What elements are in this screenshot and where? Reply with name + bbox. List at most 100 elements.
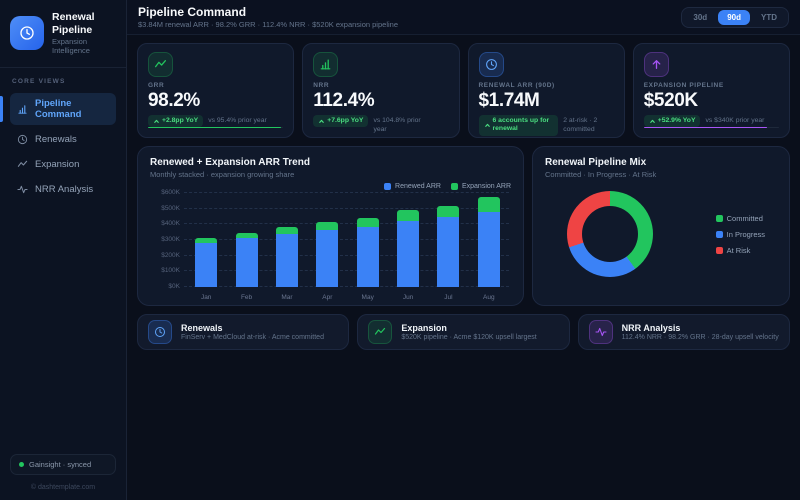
shortcut-card-nrr-analysis[interactable]: NRR Analysis 112.4% NRR · 98.2% GRR · 28… (578, 314, 790, 350)
legend-label: In Progress (727, 230, 765, 239)
stacked-bar-jun (397, 210, 419, 287)
activity-icon (17, 184, 28, 195)
sidebar-item-label: Expansion (35, 159, 79, 170)
expansion-segment (276, 227, 298, 234)
sidebar-item-nrr-analysis[interactable]: NRR Analysis (10, 179, 116, 200)
kpi-label: GRR (148, 82, 283, 89)
yoy-badge: +52.9% YoY (644, 115, 701, 127)
sidebar-nav: Pipeline Command Renewals Expansion NRR … (10, 93, 116, 200)
stacked-bar-mar (276, 227, 298, 287)
shortcut-card-expansion[interactable]: Expansion $520K pipeline · Acme $120K up… (357, 314, 569, 350)
kpi-value: $1.74M (479, 91, 614, 111)
chart-subtitle: Committed · In Progress · At Risk (545, 170, 777, 179)
activity-icon (589, 320, 613, 344)
sidebar-item-renewals[interactable]: Renewals (10, 129, 116, 150)
trend-icon (148, 52, 173, 77)
sync-status-label: Gainsight · synced (29, 460, 91, 469)
expansion-segment (357, 218, 379, 227)
shortcut-row: Renewals FinServ + MedCloud at-risk · Ac… (137, 314, 790, 350)
y-axis-tick: $100K (150, 267, 180, 274)
renewed-segment (195, 243, 217, 287)
chevron-up-icon (153, 118, 160, 125)
page-title: Pipeline Command (138, 5, 398, 19)
legend-swatch (716, 231, 723, 238)
bar-chart-legend: Renewed ARR Expansion ARR (150, 182, 511, 191)
expansion-segment (397, 210, 419, 221)
legend-swatch (384, 183, 391, 190)
legend-swatch (716, 215, 723, 222)
kpi-note: vs $340K prior year (705, 115, 764, 126)
clock-icon (17, 134, 28, 145)
sidebar-item-label: NRR Analysis (35, 184, 93, 195)
range-button-ytd[interactable]: YTD (752, 10, 786, 25)
expansion-segment (478, 197, 500, 212)
kpi-progress-track (148, 127, 283, 128)
renewed-segment (397, 221, 419, 287)
sidebar-item-label: Pipeline Command (35, 98, 109, 120)
sidebar-section-label: CORE VIEWS (12, 78, 114, 85)
shortcut-subtitle: 112.4% NRR · 98.2% GRR · 28-day upsell v… (622, 334, 779, 341)
y-axis-tick: $500K (150, 205, 180, 212)
chevron-up-icon (649, 118, 656, 125)
shortcut-subtitle: FinServ + MedCloud at-risk · Acme commit… (181, 334, 324, 341)
kpi-value: 112.4% (313, 91, 448, 111)
kpi-card-nrr: NRR 112.4% +7.6pp YoY vs 104.8% prior ye… (302, 43, 459, 138)
main-content: GRR 98.2% +2.8pp YoY vs 95.4% prior year… (127, 35, 800, 500)
x-axis-tick: Jun (395, 294, 421, 301)
stacked-bar-aug (478, 197, 500, 287)
expansion-segment (316, 222, 338, 230)
app-root: Renewal Pipeline Expansion Intelligence … (0, 0, 800, 500)
app-title: Renewal Pipeline (52, 11, 116, 37)
renewed-segment (478, 212, 500, 287)
sidebar-item-expansion[interactable]: Expansion (10, 154, 116, 175)
charts-row: Renewed + Expansion ARR Trend Monthly st… (137, 146, 790, 306)
page-header: Pipeline Command $3.84M renewal ARR · 98… (127, 0, 800, 35)
trend-icon (368, 320, 392, 344)
legend-label: Renewed ARR (395, 183, 441, 190)
kpi-row: GRR 98.2% +2.8pp YoY vs 95.4% prior year… (137, 43, 790, 138)
x-axis-tick: May (355, 294, 381, 301)
stacked-bar-may (357, 218, 379, 287)
sidebar-item-label: Renewals (35, 134, 77, 145)
x-axis-tick: Apr (314, 294, 340, 301)
renewed-segment (276, 234, 298, 287)
y-axis-tick: $600K (150, 189, 180, 196)
range-button-30d[interactable]: 30d (684, 10, 716, 25)
time-range-group: 30d 90d YTD (681, 7, 789, 28)
renewed-segment (236, 238, 258, 287)
clock-icon (479, 52, 504, 77)
x-axis-tick: Jul (435, 294, 461, 301)
range-button-90d[interactable]: 90d (718, 10, 750, 25)
trend-icon (17, 159, 28, 170)
y-axis-tick: $0K (150, 283, 180, 290)
kpi-note: vs 104.8% prior year (373, 115, 433, 135)
x-axis-tick: Aug (476, 294, 502, 301)
app-subtitle: Expansion Intelligence (52, 37, 116, 55)
kpi-card-renewal-arr: RENEWAL ARR (90D) $1.74M 6 accounts up f… (468, 43, 625, 138)
gridline (184, 192, 509, 193)
status-dot (19, 462, 24, 467)
shortcut-card-renewals[interactable]: Renewals FinServ + MedCloud at-risk · Ac… (137, 314, 349, 350)
chart-subtitle: Monthly stacked · expansion growing shar… (150, 170, 511, 179)
x-axis-tick: Feb (234, 294, 260, 301)
renewed-segment (357, 227, 379, 287)
y-axis-tick: $300K (150, 236, 180, 243)
kpi-label: RENEWAL ARR (90D) (479, 82, 614, 89)
yoy-badge: +7.6pp YoY (313, 115, 368, 127)
kpi-label: NRR (313, 82, 448, 89)
stacked-bar-apr (316, 222, 338, 287)
chart-title: Renewed + Expansion ARR Trend (150, 157, 511, 168)
y-axis-tick: $200K (150, 252, 180, 259)
shortcut-subtitle: $520K pipeline · Acme $120K upsell large… (401, 334, 536, 341)
legend-swatch (451, 183, 458, 190)
kpi-value: 98.2% (148, 91, 283, 111)
sidebar-item-pipeline-command[interactable]: Pipeline Command (10, 93, 116, 125)
clock-icon (10, 16, 44, 50)
chevron-up-icon (318, 118, 325, 125)
expansion-segment (437, 206, 459, 217)
stacked-bar-feb (236, 233, 258, 287)
y-axis-tick: $400K (150, 220, 180, 227)
divider (0, 67, 126, 68)
kpi-note: 2 at-risk · 2 committed (563, 115, 614, 135)
bar-chart-icon (313, 52, 338, 77)
